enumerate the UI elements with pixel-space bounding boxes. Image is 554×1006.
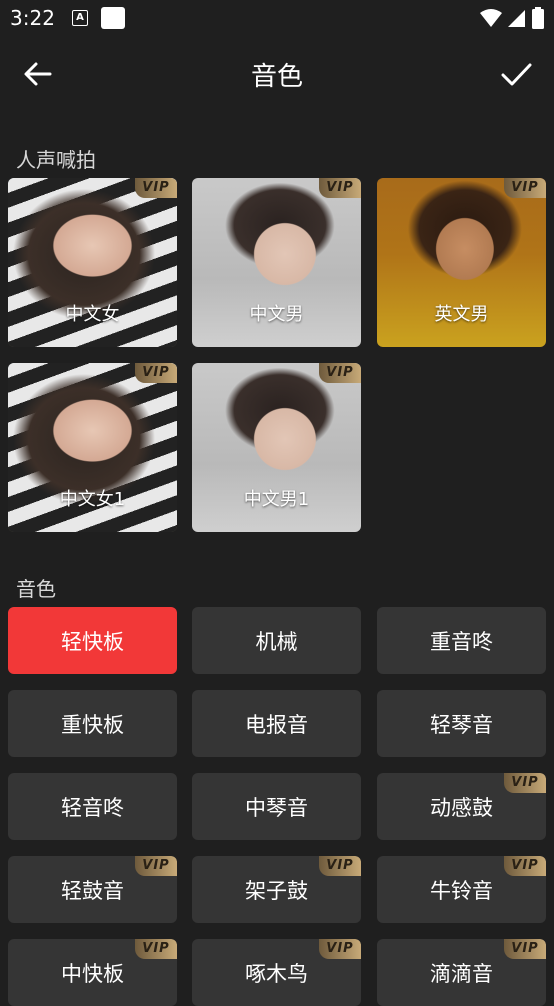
voice-card[interactable]: VIP 中文女 xyxy=(8,178,177,347)
tone-option-label: 轻琴音 xyxy=(430,712,493,737)
voice-card-label: 英文男 xyxy=(434,304,489,325)
tone-option-label: 中琴音 xyxy=(245,795,308,820)
notification-a-icon: A xyxy=(72,10,88,26)
vip-badge: VIP xyxy=(135,363,177,383)
tone-option-label: 重音咚 xyxy=(430,629,493,654)
section-vocal-label: 人声喊拍 xyxy=(16,148,96,172)
tone-option-button[interactable]: 中快板 VIP xyxy=(8,939,177,1006)
tone-option-button[interactable]: 架子鼓 VIP xyxy=(192,856,361,923)
tone-option-button[interactable]: 轻琴音 xyxy=(377,690,546,757)
voice-card-label: 中文女 xyxy=(65,304,120,325)
tone-option-button[interactable]: 动感鼓 VIP xyxy=(377,773,546,840)
tone-option-label: 中快板 xyxy=(61,961,124,986)
voice-card[interactable]: VIP 英文男 xyxy=(377,178,546,347)
signal-icon xyxy=(508,10,525,27)
battery-icon xyxy=(532,7,544,29)
tone-option-label: 滴滴音 xyxy=(430,961,493,986)
tone-option-label: 轻音咚 xyxy=(61,795,124,820)
tone-option-button[interactable]: 轻鼓音 VIP xyxy=(8,856,177,923)
voice-card[interactable]: VIP 中文男 xyxy=(192,178,361,347)
tone-option-button[interactable]: 滴滴音 VIP xyxy=(377,939,546,1006)
status-time: 3:22 xyxy=(10,6,55,30)
vip-badge: VIP xyxy=(319,363,361,383)
tone-option-button[interactable]: 机械 xyxy=(192,607,361,674)
tone-option-label: 啄木鸟 xyxy=(245,961,308,986)
tone-option-label: 动感鼓 xyxy=(430,795,493,820)
tone-option-button[interactable]: 电报音 xyxy=(192,690,361,757)
vip-badge: VIP xyxy=(504,856,546,876)
voice-card[interactable]: VIP 中文女1 xyxy=(8,363,177,532)
tone-option-button[interactable]: 轻快板 xyxy=(8,607,177,674)
vip-badge: VIP xyxy=(319,178,361,198)
tone-option-button[interactable]: 中琴音 xyxy=(192,773,361,840)
vip-badge: VIP xyxy=(504,939,546,959)
vip-badge: VIP xyxy=(504,773,546,793)
vip-badge: VIP xyxy=(135,939,177,959)
tone-option-button[interactable]: 重快板 xyxy=(8,690,177,757)
tone-option-label: 重快板 xyxy=(61,712,124,737)
status-bar: 3:22 A xyxy=(0,0,554,36)
vip-badge: VIP xyxy=(135,856,177,876)
vip-badge: VIP xyxy=(319,939,361,959)
vip-badge: VIP xyxy=(319,856,361,876)
tone-option-label: 架子鼓 xyxy=(245,878,308,903)
wifi-icon xyxy=(480,9,502,27)
tone-option-button[interactable]: 牛铃音 VIP xyxy=(377,856,546,923)
section-tone-label: 音色 xyxy=(16,577,56,601)
tone-option-button[interactable]: 重音咚 xyxy=(377,607,546,674)
app-bar: 音色 xyxy=(0,36,554,112)
vip-badge: VIP xyxy=(504,178,546,198)
tone-option-button[interactable]: 轻音咚 xyxy=(8,773,177,840)
page-title: 音色 xyxy=(250,62,303,92)
confirm-check-icon[interactable] xyxy=(498,56,534,92)
tone-option-label: 电报音 xyxy=(245,712,308,737)
tone-option-label: 牛铃音 xyxy=(430,878,493,903)
voice-card-label: 中文男 xyxy=(249,304,304,325)
tone-option-label: 轻快板 xyxy=(61,629,124,654)
status-icons xyxy=(480,7,544,29)
vip-badge: VIP xyxy=(135,178,177,198)
tone-option-label: 机械 xyxy=(255,629,298,654)
tone-option-label: 轻鼓音 xyxy=(61,878,124,903)
voice-card-label: 中文男1 xyxy=(243,489,310,510)
voice-card-label: 中文女1 xyxy=(59,489,126,510)
notification-app-icon xyxy=(101,7,125,29)
tone-option-button[interactable]: 啄木鸟 VIP xyxy=(192,939,361,1006)
voice-card[interactable]: VIP 中文男1 xyxy=(192,363,361,532)
